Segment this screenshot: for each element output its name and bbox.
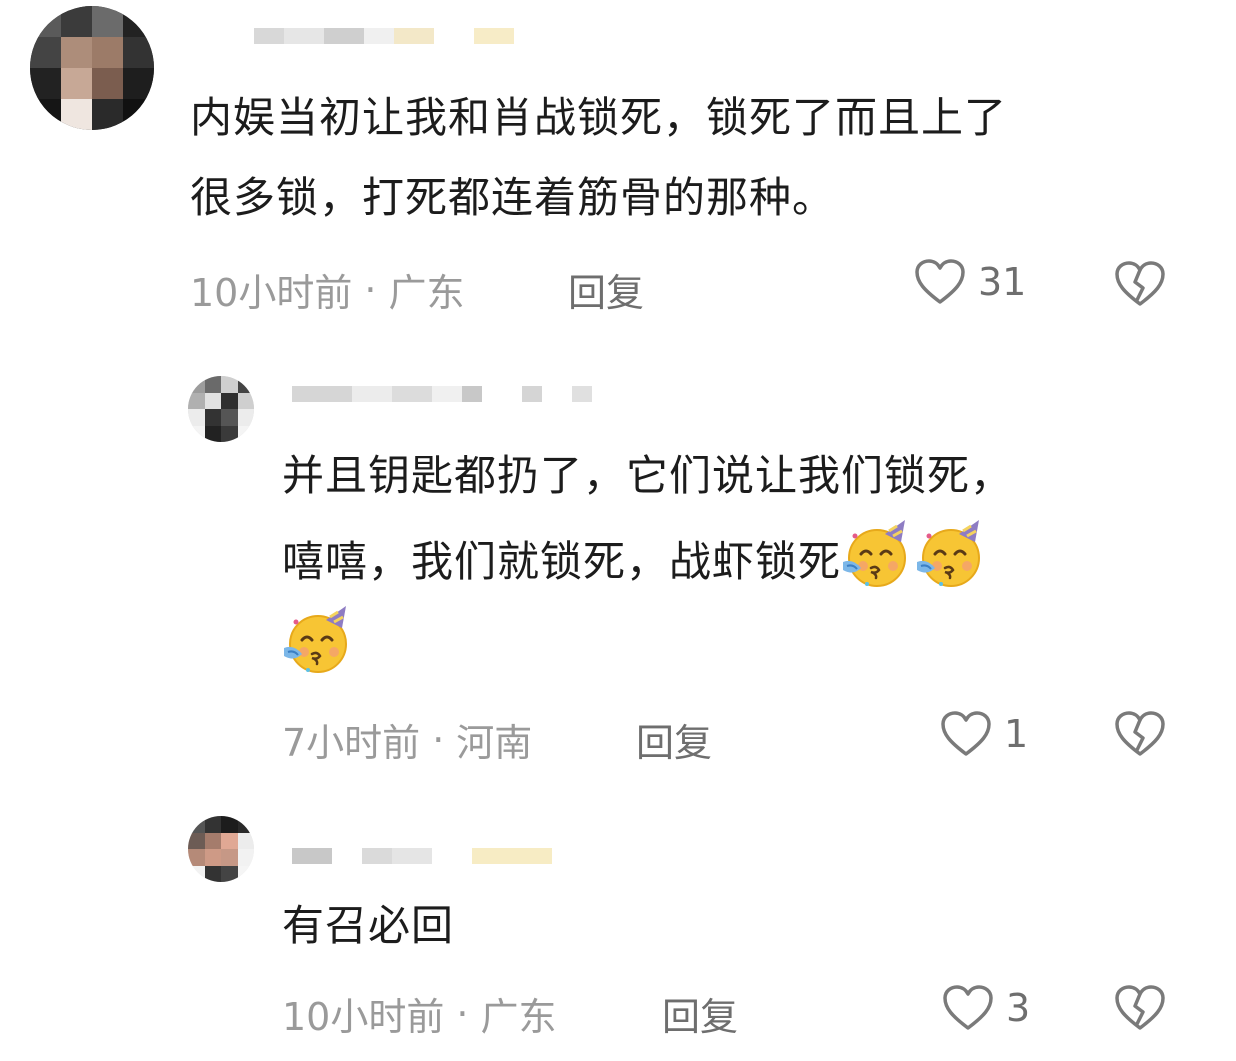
- heart-outline-icon: [940, 710, 992, 758]
- comment-text-line: 有召必回: [282, 901, 455, 950]
- comment-text-line: 很多锁，打死都连着筋骨的那种。: [190, 173, 836, 222]
- like-button[interactable]: 31: [914, 258, 1026, 306]
- like-count: 1: [1004, 712, 1029, 756]
- username-blurred[interactable]: [254, 22, 514, 44]
- meta-separator: ·: [432, 717, 445, 762]
- comment-item: 有召必回 10小时前 · 广东 回复 3: [0, 800, 1236, 1061]
- partying-face-emoji: [915, 516, 989, 590]
- comment-meta: 10小时前 · 广东: [282, 986, 556, 1041]
- heart-outline-icon: [914, 258, 966, 306]
- broken-heart-icon: [1114, 984, 1166, 1032]
- comment-meta: 10小时前 · 广东: [190, 262, 464, 317]
- meta-separator: ·: [456, 991, 469, 1036]
- username-blurred[interactable]: [292, 380, 592, 402]
- avatar[interactable]: [188, 816, 254, 882]
- like-button[interactable]: 1: [940, 710, 1028, 758]
- comment-text-line: 嘻嘻，我们就锁死，战虾锁死: [282, 537, 842, 586]
- comment-text-line: 内娱当初让我和肖战锁死，锁死了而且上了: [190, 93, 1008, 142]
- comment-text: 有召必回: [282, 886, 454, 966]
- heart-outline-icon: [942, 984, 994, 1032]
- comment-text-line: 并且钥匙都扔了，它们说让我们锁死，: [282, 451, 1014, 500]
- reply-button[interactable]: 回复: [568, 262, 644, 317]
- reply-button[interactable]: 回复: [662, 986, 738, 1041]
- avatar[interactable]: [188, 376, 254, 442]
- comment-location: 广东: [480, 995, 557, 1039]
- broken-heart-icon: [1114, 260, 1166, 308]
- comment-item: 内娱当初让我和肖战锁死，锁死了而且上了 很多锁，打死都连着筋骨的那种。 10小时…: [0, 0, 1236, 340]
- comment-time: 10小时前: [282, 995, 445, 1039]
- comment-time: 10小时前: [190, 271, 353, 315]
- meta-separator: ·: [364, 267, 377, 312]
- dislike-button[interactable]: [1114, 710, 1166, 762]
- broken-heart-icon: [1114, 710, 1166, 758]
- comment-item: 并且钥匙都扔了，它们说让我们锁死， 嘻嘻，我们就锁死，战虾锁死 7小时前 · 河…: [0, 360, 1236, 780]
- like-count: 31: [978, 260, 1027, 304]
- like-button[interactable]: 3: [942, 984, 1030, 1032]
- reply-button[interactable]: 回复: [636, 712, 712, 767]
- comment-location: 广东: [388, 271, 465, 315]
- avatar[interactable]: [30, 6, 154, 130]
- comment-meta: 7小时前 · 河南: [282, 712, 532, 767]
- partying-face-emoji: [282, 602, 356, 676]
- comment-text: 并且钥匙都扔了，它们说让我们锁死， 嘻嘻，我们就锁死，战虾锁死: [282, 436, 1013, 688]
- comment-time: 7小时前: [282, 721, 421, 765]
- dislike-button[interactable]: [1114, 984, 1166, 1036]
- username-blurred[interactable]: [292, 842, 552, 864]
- comment-text: 内娱当初让我和肖战锁死，锁死了而且上了 很多锁，打死都连着筋骨的那种。: [190, 78, 1007, 238]
- like-count: 3: [1006, 986, 1031, 1030]
- dislike-button[interactable]: [1114, 260, 1166, 312]
- partying-face-emoji: [841, 516, 915, 590]
- comment-location: 河南: [456, 721, 533, 765]
